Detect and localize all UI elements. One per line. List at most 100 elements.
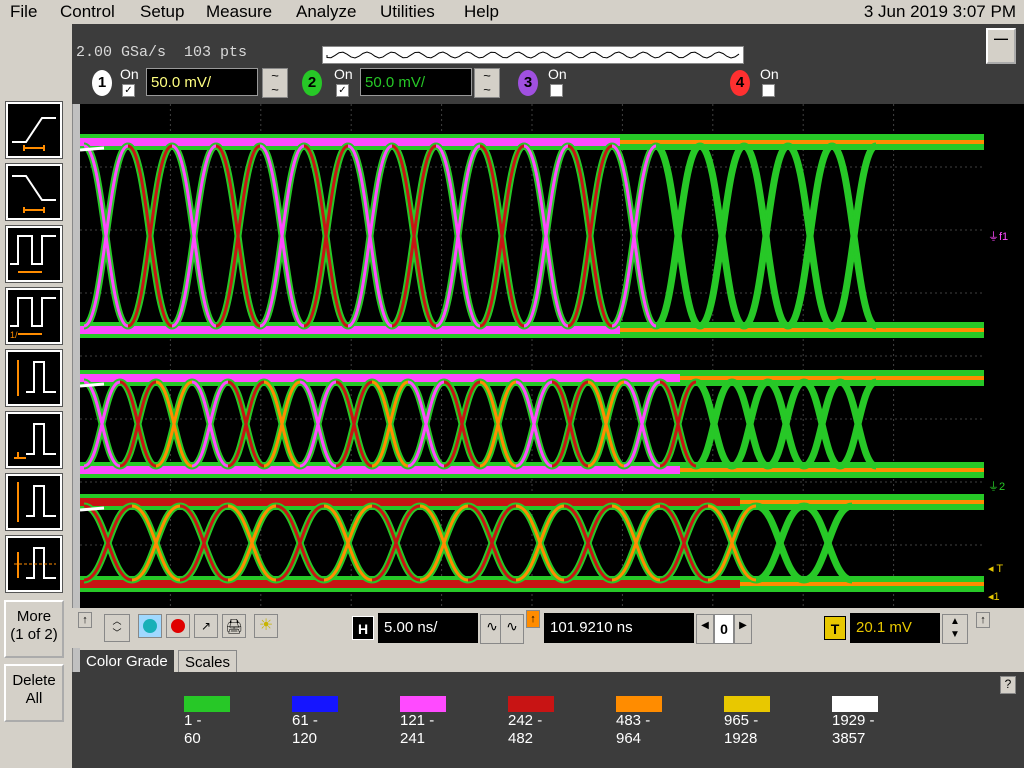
eye-transition-core (803, 380, 841, 468)
legend-range: 121 -241 (400, 712, 434, 748)
zoom-stepper[interactable]: ︿ ﹀ (104, 614, 130, 642)
rise-time-button[interactable] (5, 101, 63, 159)
channel-1-badge[interactable]: 1 (92, 70, 112, 96)
eye-transition-core (323, 504, 373, 582)
delay-reference-value[interactable]: 0 (714, 614, 734, 644)
eye-transition-core (191, 380, 229, 468)
eye-transition-core (515, 504, 565, 582)
legend-swatch (184, 696, 230, 712)
fall-time-button[interactable] (5, 163, 63, 221)
eye-transition-core (611, 504, 661, 582)
delete-sub-label: All (25, 690, 43, 707)
single-icon[interactable]: ↗ (194, 614, 218, 638)
menu-file[interactable]: File (10, 2, 37, 22)
channel-2-badge[interactable]: 2 (302, 70, 322, 96)
delete-all-button[interactable]: Delete All (4, 664, 64, 722)
status-area: 2.00 GSa/s 103 pts — 1 On ✓ 50.0 mV/ ~ ~ … (72, 24, 1024, 104)
trigger-level-input[interactable]: 20.1 mV (850, 613, 940, 643)
menu-bar: File Control Setup Measure Analyze Utili… (0, 0, 1024, 24)
channel-2-checkbox[interactable]: ✓ (336, 84, 349, 97)
legend-range-end: 964 (616, 730, 642, 747)
channel-2-coupling-button[interactable]: ~ ~ (474, 68, 500, 98)
eye-transition-core (755, 504, 805, 582)
eye-transition-core (831, 144, 877, 328)
eye-transition-core (303, 144, 349, 328)
hot-trace (79, 146, 105, 152)
svg-text:1/: 1/ (10, 330, 18, 340)
eye-transition-core (623, 380, 661, 468)
channel-3-badge[interactable]: 3 (518, 70, 538, 96)
legend-range-end: 120 (292, 730, 318, 747)
stop-icon[interactable] (166, 614, 190, 638)
print-icon[interactable]: 🖨 (222, 614, 246, 638)
channel-1-checkbox[interactable]: ✓ (122, 84, 135, 97)
channel-3-checkbox[interactable] (550, 84, 563, 97)
amplitude-icon (17, 360, 56, 396)
trigger-level-stepper[interactable]: ▲ ▼ (942, 614, 968, 644)
vavg-button[interactable] (5, 535, 63, 593)
channel-4-badge[interactable]: 4 (730, 70, 750, 96)
timebase-scale-input[interactable]: 5.00 ns/ (378, 613, 478, 643)
trigger-up-icon[interactable]: ↑ (976, 612, 990, 628)
f1-marker-label: f1 (999, 231, 1009, 243)
amplitude-button[interactable] (5, 349, 63, 407)
channel-3-on-label: On (548, 66, 567, 82)
eye-transition-core (659, 504, 709, 582)
hot-trace (79, 382, 105, 388)
menu-setup[interactable]: Setup (140, 2, 184, 22)
eye-diagram-plot (79, 104, 984, 608)
delay-reference-icon[interactable]: ↑ (526, 610, 540, 628)
eye-transition-core (179, 504, 229, 582)
eye-transition-core (227, 504, 277, 582)
menu-control[interactable]: Control (60, 2, 115, 22)
more-button[interactable]: More (1 of 2) (4, 600, 64, 658)
legend-range-start: 61 - (292, 712, 318, 729)
vpp-button[interactable] (5, 473, 63, 531)
scroll-up-icon[interactable]: ↑ (78, 612, 92, 628)
eye-transition-core (659, 380, 697, 468)
eye-transition-core (479, 380, 517, 468)
channel-2-scale-input[interactable]: 50.0 mV/ (360, 68, 472, 96)
frequency-button[interactable]: 1/ (5, 287, 63, 345)
legend-range-end: 3857 (832, 730, 866, 747)
delay-left-arrow-icon[interactable]: ◀ (696, 614, 714, 644)
eye-transition-core (767, 380, 805, 468)
menu-utilities[interactable]: Utilities (380, 2, 435, 22)
eye-transition-core (707, 504, 757, 582)
autoscale-icon[interactable]: ☀ (254, 614, 278, 638)
waveform-display[interactable] (79, 104, 984, 608)
legend-range: 1929 -3857 (832, 712, 875, 748)
vavg-icon (14, 547, 56, 579)
channel-1-scale-input[interactable]: 50.0 mV/ (146, 68, 258, 96)
menu-measure[interactable]: Measure (206, 2, 272, 22)
eye-transition-core (479, 144, 525, 328)
menu-analyze[interactable]: Analyze (296, 2, 356, 22)
more-label: More (16, 608, 52, 625)
channel-4-checkbox[interactable] (762, 84, 775, 97)
help-button[interactable]: ? (1000, 676, 1016, 694)
trigger-marker-label: T (996, 563, 1004, 575)
legend-range-end: 241 (400, 730, 426, 747)
tab-color-grade[interactable]: Color Grade (80, 650, 174, 674)
delay-right-arrow-icon[interactable]: ▶ (734, 614, 752, 644)
period-button[interactable] (5, 225, 63, 283)
eye-transition-core (83, 504, 133, 582)
legend-range-start: 1 - (184, 712, 202, 729)
vbase-button[interactable] (5, 411, 63, 469)
run-icon[interactable] (138, 614, 162, 638)
eye-transition-core (743, 144, 789, 328)
fall-time-icon (12, 175, 56, 213)
trigger-button[interactable]: T (824, 616, 846, 640)
minimize-button[interactable]: — (986, 28, 1016, 64)
vbase-icon (14, 423, 56, 459)
delay-input[interactable]: 101.9210 ns (544, 613, 694, 643)
horizontal-button[interactable]: H (352, 616, 374, 640)
timebase-coarse-icon[interactable]: ∿ (500, 614, 524, 644)
eye-transition-core (171, 144, 217, 328)
points-count: 103 pts (184, 44, 248, 61)
period-icon (10, 235, 56, 273)
menu-help[interactable]: Help (464, 2, 499, 22)
eye-lower-settled (620, 328, 984, 332)
channel-1-coupling-button[interactable]: ~ ~ (262, 68, 288, 98)
eye-transition-core (467, 504, 517, 582)
